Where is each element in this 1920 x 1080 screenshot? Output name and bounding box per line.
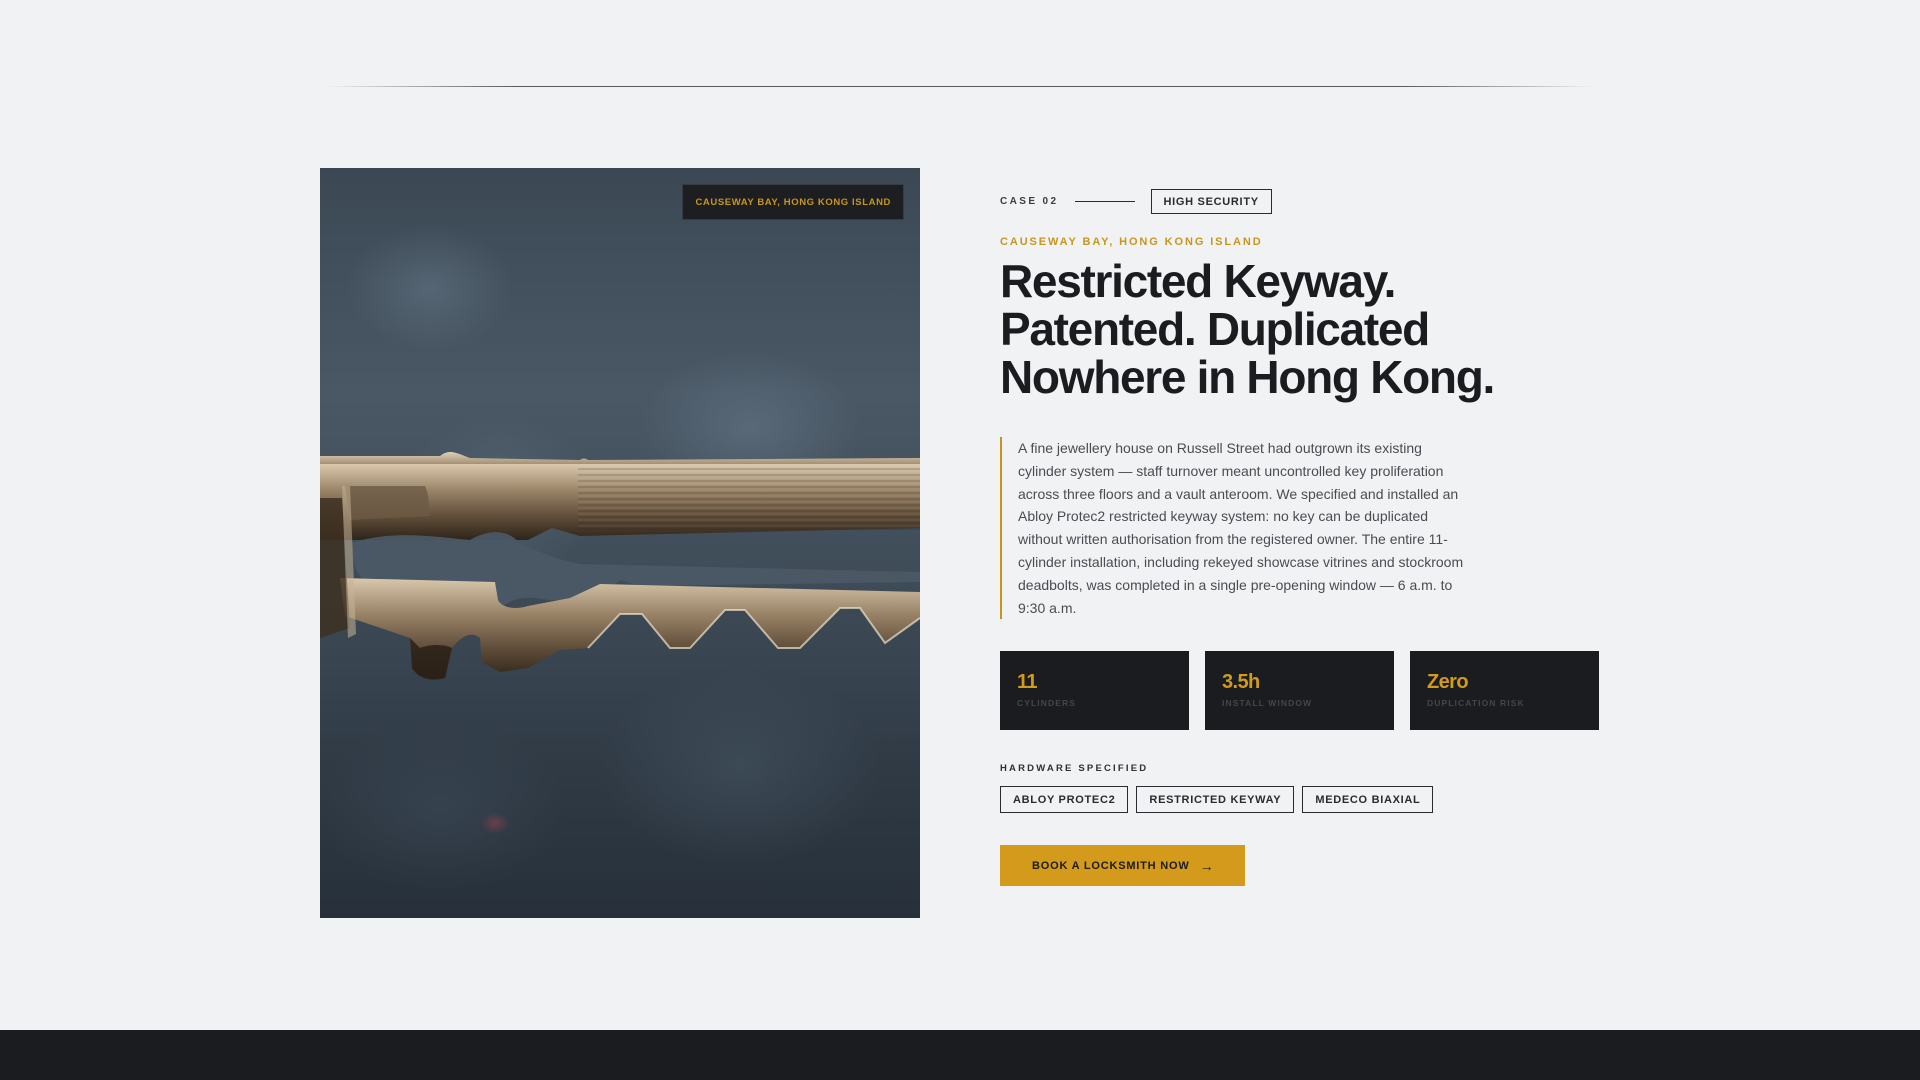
arrow-right-icon: → <box>1199 857 1215 874</box>
meta-divider <box>1074 200 1135 202</box>
stat-value: 3.5h <box>1222 671 1260 694</box>
book-locksmith-label: BOOK A LOCKSMITH NOW <box>1032 859 1190 872</box>
stat-label: CYLINDERS <box>1017 698 1077 709</box>
case-location: CAUSEWAY BAY, HONG KONG ISLAND <box>1000 236 1263 248</box>
stat-label: INSTALL WINDOW <box>1222 698 1313 709</box>
stat-card: 3.5h INSTALL WINDOW <box>1205 651 1394 731</box>
stat-card: Zero DUPLICATION RISK <box>1410 651 1599 731</box>
stats-row: 11 CYLINDERS 3.5h INSTALL WINDOW Zero DU… <box>1000 651 1600 731</box>
case-study-content: CASE 02 HIGH SECURITY CAUSEWAY BAY, HONG… <box>1000 188 1600 887</box>
headline-line-3: Nowhere in Hong Kong. <box>1000 351 1495 403</box>
footer-band <box>0 1030 1920 1080</box>
case-photo: CAUSEWAY BAY, HONG KONG ISLAND <box>320 168 920 918</box>
hardware-chip: RESTRICTED KEYWAY <box>1136 786 1295 814</box>
case-meta: CASE 02 HIGH SECURITY <box>1000 188 1600 214</box>
stat-value: 11 <box>1017 671 1038 694</box>
hardware-chip: ABLOY PROTEC2 <box>1000 786 1129 814</box>
top-divider <box>325 86 1595 87</box>
hardware-chip: MEDECO BIAXIAL <box>1302 786 1434 814</box>
book-locksmith-button[interactable]: BOOK A LOCKSMITH NOW → <box>1000 845 1246 887</box>
case-number: CASE 02 <box>1000 195 1059 207</box>
case-headline: Restricted Keyway. Patented. Duplicated … <box>1000 257 1600 401</box>
key-closeup-image <box>320 452 920 680</box>
photo-location-tag: CAUSEWAY BAY, HONG KONG ISLAND <box>682 184 904 220</box>
headline-line-2: Patented. Duplicated <box>1000 303 1430 355</box>
hardware-title: HARDWARE SPECIFIED <box>1000 763 1149 775</box>
hardware-list: ABLOY PROTEC2 RESTRICTED KEYWAY MEDECO B… <box>1000 786 1600 814</box>
stat-label: DUPLICATION RISK <box>1427 698 1525 709</box>
stat-value: Zero <box>1427 671 1469 694</box>
headline-line-1: Restricted Keyway. <box>1000 255 1396 307</box>
security-badge: HIGH SECURITY <box>1150 188 1272 214</box>
stat-card: 11 CYLINDERS <box>1000 651 1189 731</box>
case-description: A fine jewellery house on Russell Street… <box>1000 437 1470 620</box>
